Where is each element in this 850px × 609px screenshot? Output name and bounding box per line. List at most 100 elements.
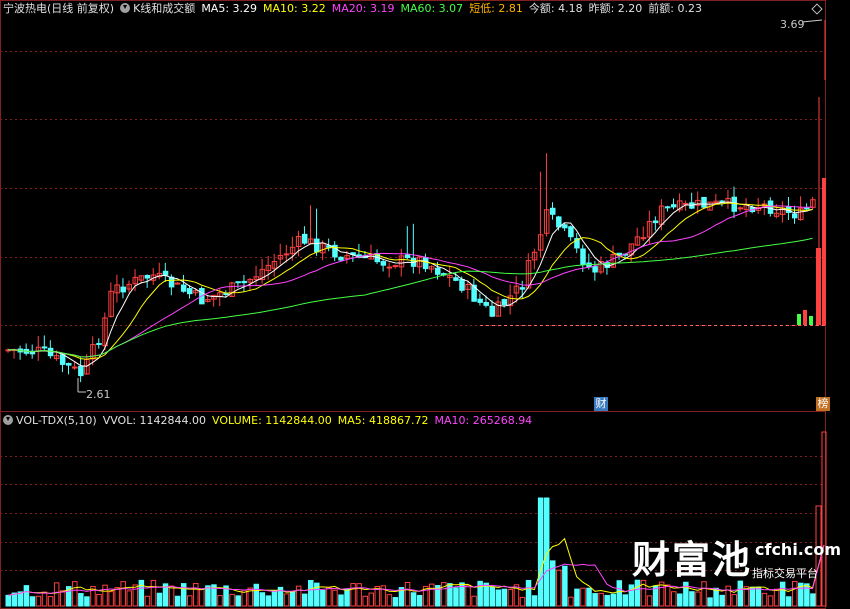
volume-bar — [96, 594, 102, 607]
volume-bar — [350, 583, 356, 607]
volume-bar — [156, 592, 163, 607]
volume-bar — [199, 589, 205, 607]
volume-bar — [356, 583, 362, 607]
volume-bar — [132, 584, 139, 607]
volume-bar — [29, 596, 36, 607]
volume-bar — [810, 593, 816, 607]
volume-bar — [53, 582, 60, 607]
rank-badge[interactable]: 榜 — [816, 397, 830, 411]
yesterday-amount: 昨额: 2.20 — [588, 2, 643, 15]
candle-body — [283, 253, 290, 256]
candle-body — [120, 286, 126, 293]
volume-bar — [429, 583, 435, 607]
volume-bar — [259, 592, 266, 607]
volume-bar — [604, 594, 610, 607]
candle-body — [671, 204, 677, 208]
volume-bar — [295, 585, 302, 607]
volume-bar — [416, 594, 423, 607]
volume-bar — [35, 595, 42, 607]
low-price-label: 2.61 — [86, 388, 111, 401]
volume-bar — [338, 594, 344, 607]
volume-bar — [187, 595, 193, 607]
candle-body — [459, 278, 465, 291]
volume-bar — [483, 582, 489, 607]
candle-body — [792, 213, 798, 219]
candle-body — [314, 238, 320, 253]
candle-body — [804, 207, 810, 210]
ma5-value: MA5: 3.29 — [201, 2, 258, 15]
chevron-down-icon[interactable] — [3, 415, 13, 425]
volume-bar — [628, 584, 635, 607]
candle-body — [386, 266, 393, 269]
period[interactable]: (日线 前复权) — [47, 2, 114, 15]
volume-bar — [465, 584, 471, 607]
small-volume-bar — [797, 314, 801, 325]
candlesticks[interactable] — [5, 19, 826, 393]
today-amount: 今额: 4.18 — [528, 2, 583, 15]
volume-bar — [586, 587, 592, 607]
volume-ma10-value: MA10: 265268.94 — [434, 414, 533, 427]
volume-bar — [531, 595, 538, 607]
volume-bar — [47, 596, 54, 607]
candle-body — [392, 265, 399, 268]
candle-body — [301, 233, 308, 244]
volume-bar — [792, 580, 798, 607]
prev-amount: 前额: 0.23 — [648, 2, 702, 15]
volume-bar — [519, 596, 526, 607]
finance-badge[interactable]: 财 — [594, 397, 608, 411]
candle-body — [168, 276, 175, 288]
volume-bar — [5, 594, 11, 607]
candle-body — [162, 270, 169, 276]
volume-bar — [677, 593, 683, 607]
volume-bar — [229, 593, 235, 607]
volume-bar — [804, 583, 810, 607]
volume-bar — [664, 584, 671, 607]
stock-name[interactable]: 宁波热电 — [3, 2, 47, 15]
volume-bar — [761, 592, 768, 607]
candle-body — [422, 257, 429, 270]
small-volume-bar — [803, 310, 807, 325]
volume-bar — [634, 579, 641, 607]
candle-body — [223, 292, 229, 295]
candle-body — [453, 277, 459, 281]
candle-body — [568, 226, 574, 238]
volume-bar — [308, 579, 314, 607]
volume-indicator-name[interactable]: VOL-TDX(5,10) — [16, 414, 97, 427]
ma10-value: MA10: 3.22 — [263, 2, 326, 15]
volume-bar — [235, 595, 241, 607]
candle-body — [96, 343, 102, 346]
ma20-value: MA20: 3.19 — [331, 2, 395, 15]
high-marker — [801, 19, 823, 23]
volume-bar — [283, 593, 290, 607]
candle-body — [731, 196, 737, 212]
volume-bar — [719, 594, 725, 607]
volume-ma5-value: MA5: 418867.72 — [337, 414, 429, 427]
volume-bar — [556, 569, 562, 607]
volume-bar — [23, 585, 30, 607]
chevron-down-icon[interactable] — [120, 3, 131, 13]
volume-bar — [271, 590, 278, 607]
indicator-name[interactable]: K线和成交额 — [133, 2, 195, 15]
candle-body — [519, 287, 526, 290]
watermark-brand: 财富池 — [632, 538, 753, 582]
ma60-value: MA60: 3.07 — [400, 2, 464, 15]
watermark-url: cfchi.com — [755, 540, 842, 559]
volume-bar — [622, 594, 629, 607]
volume-bar — [749, 586, 756, 607]
watermark-tagline: 指标交易平台 — [752, 567, 818, 580]
volume-bar — [138, 579, 145, 607]
volume-bar — [102, 584, 108, 607]
volume-bar — [489, 586, 495, 607]
candle-body — [719, 200, 725, 203]
volume-bar — [525, 579, 532, 607]
volume-bar — [767, 595, 774, 607]
candle-body — [404, 254, 411, 259]
candle-body — [501, 299, 508, 306]
candle-body — [477, 298, 483, 303]
indicator-selector[interactable]: K线和成交额 — [120, 2, 195, 15]
volume-bar — [562, 565, 568, 607]
chart-canvas[interactable] — [0, 0, 850, 609]
volume-bar — [785, 596, 792, 607]
price-header: 宁波热电(日线 前复权) K线和成交额 MA5: 3.29 MA10: 3.22 MA2… — [3, 1, 708, 17]
candle-body — [380, 261, 387, 266]
